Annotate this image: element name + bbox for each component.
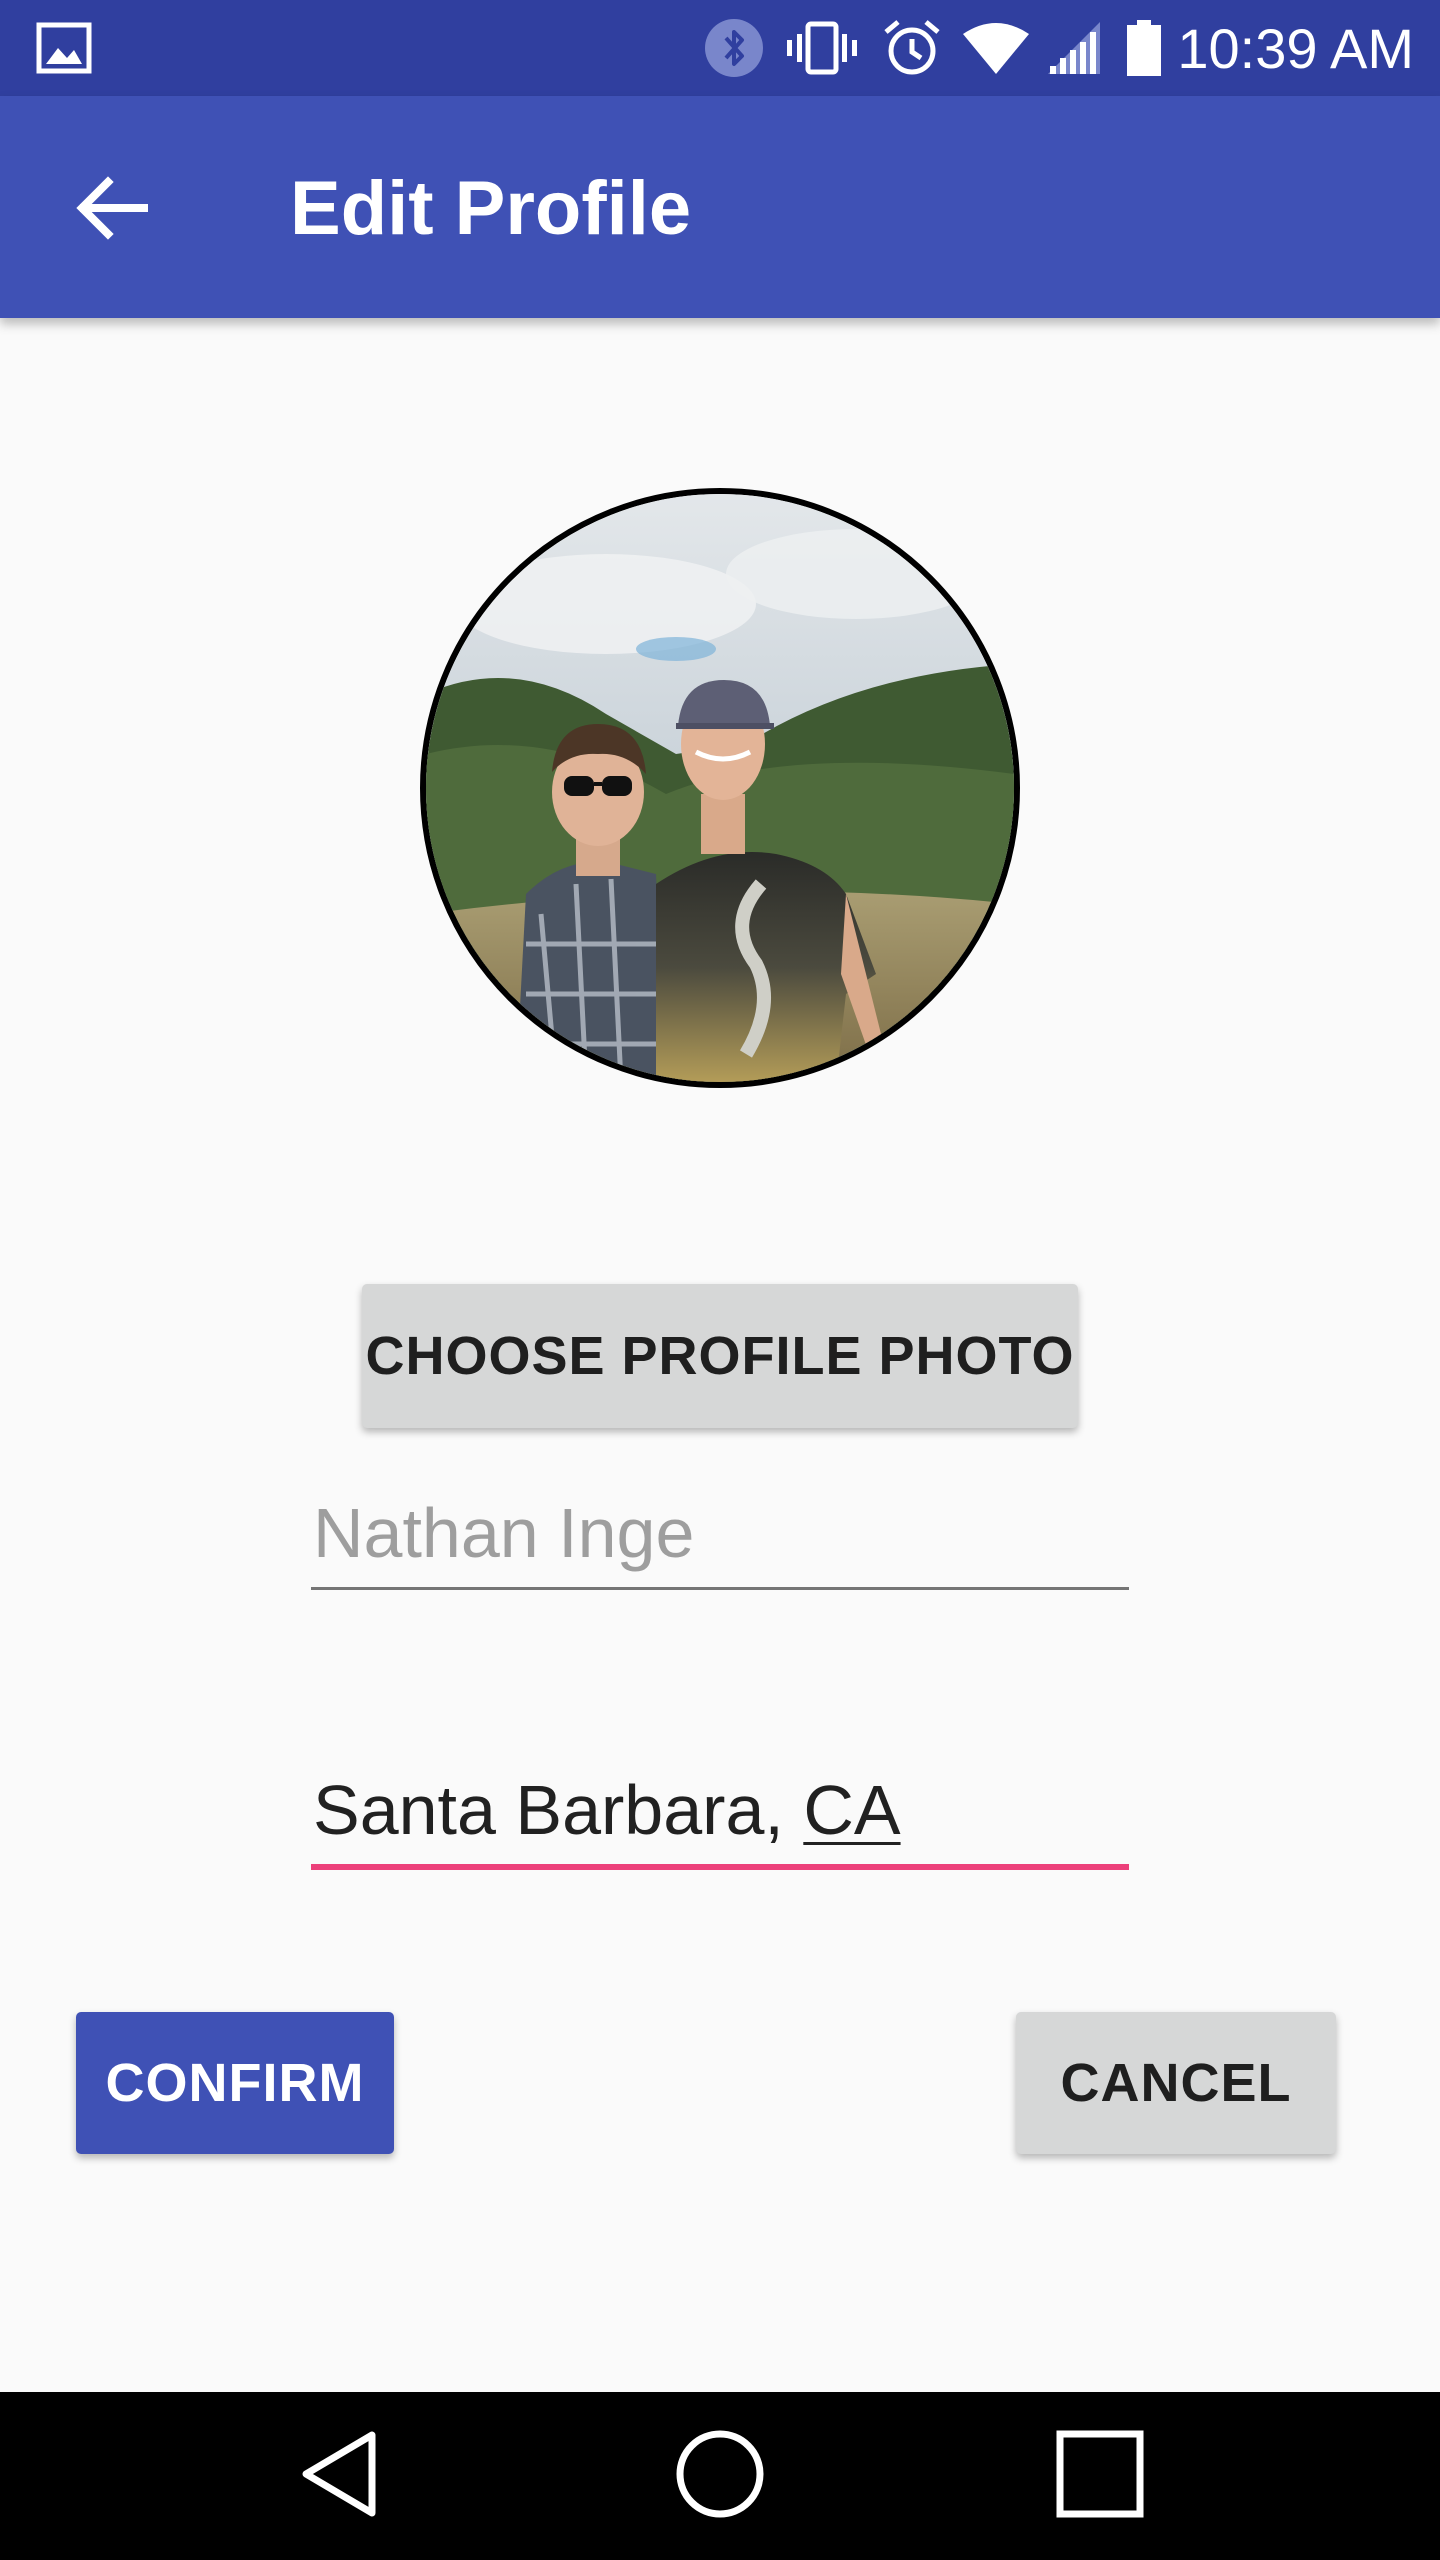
back-button[interactable]	[44, 142, 180, 278]
location-text: Santa Barbara,	[313, 1771, 804, 1849]
navigation-bar	[0, 2392, 1440, 2560]
home-circle-icon	[674, 2428, 766, 2525]
alarm-icon	[880, 0, 944, 96]
battery-icon	[1122, 0, 1166, 96]
vibrate-icon	[782, 0, 862, 96]
status-bar: 10:39 AM	[0, 0, 1440, 96]
arrow-back-icon	[76, 175, 148, 245]
cancel-button[interactable]: CANCEL	[1016, 2012, 1336, 2154]
location-field-value: Santa Barbara, CA	[313, 1770, 901, 1850]
name-field[interactable]: Nathan Inge	[311, 1480, 1129, 1590]
location-field[interactable]: Santa Barbara, CA	[311, 1756, 1129, 1870]
profile-photo[interactable]	[420, 488, 1020, 1088]
page-title: Edit Profile	[290, 166, 692, 251]
nav-home-button[interactable]	[620, 2392, 820, 2560]
location-composing-text: CA	[803, 1771, 901, 1849]
wifi-icon	[960, 0, 1032, 96]
name-field-hint: Nathan Inge	[313, 1494, 695, 1572]
nav-recents-button[interactable]	[1000, 2392, 1200, 2560]
recents-square-icon	[1055, 2429, 1145, 2524]
choose-profile-photo-button[interactable]: CHOOSE PROFILE PHOTO	[362, 1284, 1078, 1428]
signal-icon	[1042, 0, 1106, 96]
status-time: 10:39 AM	[1177, 17, 1414, 80]
nav-back-button[interactable]	[240, 2392, 440, 2560]
confirm-button[interactable]: CONFIRM	[76, 2012, 394, 2154]
bluetooth-icon	[702, 0, 766, 96]
gallery-icon	[34, 0, 94, 96]
edit-profile-screen: 10:39 AM Edit Profile CHOOSE PROFILE PHO…	[0, 0, 1440, 2560]
app-bar: Edit Profile	[0, 96, 1440, 318]
back-triangle-icon	[298, 2429, 382, 2524]
